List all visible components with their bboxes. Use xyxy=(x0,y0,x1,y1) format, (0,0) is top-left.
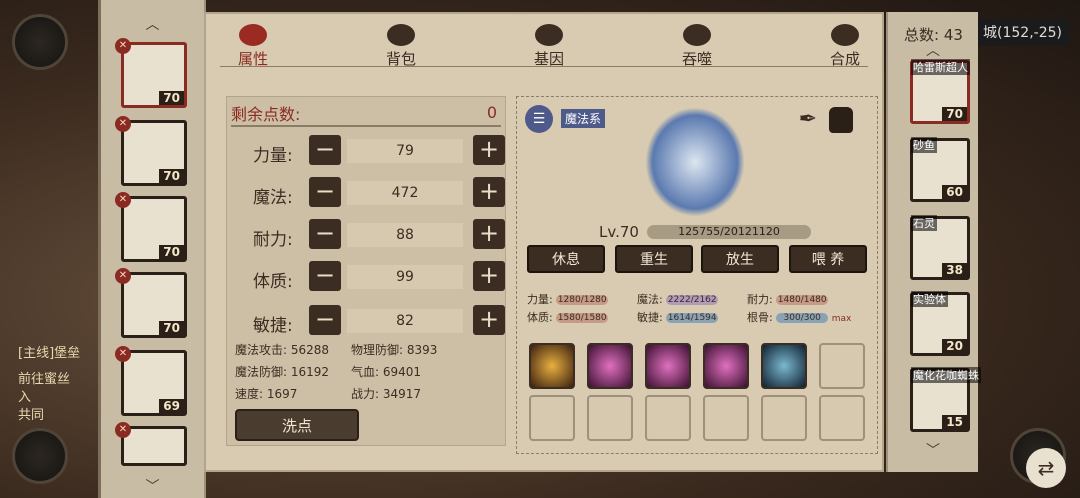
rest-button[interactable]: 休息 xyxy=(527,245,605,273)
plus-button[interactable]: + xyxy=(473,305,505,335)
flame-icon xyxy=(239,24,267,46)
pet-attr: 力量: 1280/1280 xyxy=(527,293,609,306)
chevron-up-icon[interactable]: ︿ xyxy=(926,40,940,60)
quest-line[interactable]: 入 xyxy=(18,388,108,408)
list-item[interactable]: 魔化花咖蜘蛛 15 xyxy=(910,367,981,432)
tab-backpack[interactable]: 背包 xyxy=(366,24,436,69)
stat-summary: 魔法攻击: 56288 xyxy=(235,343,330,357)
skill-slot[interactable] xyxy=(587,343,633,389)
exp-bar: 125755/20121120 xyxy=(647,225,811,239)
empty-skill-slot[interactable] xyxy=(645,395,691,441)
minus-button[interactable]: − xyxy=(309,177,341,207)
rebirth-button[interactable]: 重生 xyxy=(615,245,693,273)
empty-skill-slot[interactable] xyxy=(529,395,575,441)
plus-button[interactable]: + xyxy=(473,177,505,207)
skill-slot[interactable] xyxy=(529,343,575,389)
close-icon: ✕ xyxy=(115,38,131,54)
stat-row-strength: 力量: − 79 + xyxy=(231,135,507,167)
empty-skill-slot[interactable] xyxy=(761,395,807,441)
pet-level: Lv.70 xyxy=(599,223,639,241)
list-item[interactable]: 70 xyxy=(121,272,187,338)
stats-box: 剩余点数: 0 力量: − 79 + 魔法: − 472 + 耐力: − 88 … xyxy=(226,96,506,446)
list-item[interactable]: 石灵 38 xyxy=(910,215,970,280)
pet-attr: 耐力: 1480/1480 xyxy=(747,293,829,306)
pet-attr: 根骨: 300/300 max xyxy=(747,311,852,324)
menu-round-button[interactable] xyxy=(12,428,68,484)
close-icon: ✕ xyxy=(115,268,131,284)
stat-row-magic: 魔法: − 472 + xyxy=(231,177,507,209)
list-item[interactable]: 70 xyxy=(121,42,187,108)
chevron-down-icon[interactable]: ﹀ xyxy=(926,440,940,460)
quest-line[interactable]: 前往蜜丝 xyxy=(18,370,108,390)
minus-button[interactable]: − xyxy=(309,135,341,165)
feed-button[interactable]: 喂 养 xyxy=(789,245,867,273)
tab-gene[interactable]: 基因 xyxy=(514,24,584,69)
list-icon[interactable]: ☰ xyxy=(525,105,553,133)
right-pet-list[interactable]: 总数: 43 ︿ 哈雷斯超人 70 砂鱼 60 石灵 38 实验体 20 魔化花咖蜘蛛 1… xyxy=(886,12,981,472)
plus-button[interactable]: + xyxy=(473,135,505,165)
devour-icon xyxy=(683,24,711,46)
skill-slot[interactable] xyxy=(703,343,749,389)
skill-slot[interactable] xyxy=(645,343,691,389)
quest-line[interactable]: [主线]堡垒 xyxy=(18,344,108,364)
list-item[interactable] xyxy=(121,426,187,466)
stat-row-agility: 敏捷: − 82 + xyxy=(231,305,507,337)
remaining-points: 剩余点数: 0 xyxy=(231,101,501,127)
list-item[interactable]: 砂鱼 60 xyxy=(910,137,970,202)
plus-button[interactable]: + xyxy=(473,219,505,249)
chevron-up-icon[interactable]: ︿ xyxy=(146,14,160,34)
pet-attr: 魔法: 2222/2162 xyxy=(637,293,719,306)
swap-icon[interactable]: ⇄ xyxy=(1026,448,1066,488)
pet-panel: 属性 背包 基因 吞噬 合成 剩余点数: 0 力量: − 79 + 魔法: − … xyxy=(204,12,884,472)
lock-icon[interactable] xyxy=(829,107,853,133)
divider xyxy=(220,66,868,67)
player-avatar-button[interactable] xyxy=(12,14,68,70)
tab-devour[interactable]: 吞噬 xyxy=(662,24,732,69)
stat-row-constitution: 体质: − 99 + xyxy=(231,261,507,293)
pet-attr: 敏捷: 1614/1594 xyxy=(637,311,719,324)
minus-button[interactable]: − xyxy=(309,219,341,249)
stat-summary: 速度: 1697 xyxy=(235,387,298,401)
stat-summary: 战力: 34917 xyxy=(351,387,422,401)
tab-attributes[interactable]: 属性 xyxy=(218,24,288,69)
pet-type-tag: 魔法系 xyxy=(561,109,606,128)
empty-skill-slot[interactable] xyxy=(819,343,865,389)
empty-skill-slot[interactable] xyxy=(587,395,633,441)
coordinate-readout: 城(152,-25) xyxy=(975,18,1070,46)
reset-points-button[interactable]: 洗点 xyxy=(235,409,359,441)
pet-detail: ☰ 魔法系 ✒ Lv.70 125755/20121120 休息 重生 放生 喂… xyxy=(516,96,878,454)
close-icon: ✕ xyxy=(115,422,131,438)
quest-line[interactable]: 共同 xyxy=(18,406,108,426)
list-item[interactable]: 哈雷斯超人 70 xyxy=(910,59,970,124)
combine-icon xyxy=(831,24,859,46)
empty-skill-slot[interactable] xyxy=(819,395,865,441)
pet-attr: 体质: 1580/1580 xyxy=(527,311,609,324)
list-item[interactable]: 70 xyxy=(121,196,187,262)
left-pet-list[interactable]: ︿ 70 ✕ 70 ✕ 70 ✕ 70 ✕ 69 ✕ ✕ ﹀ xyxy=(98,0,206,498)
close-icon: ✕ xyxy=(115,116,131,132)
minus-button[interactable]: − xyxy=(309,261,341,291)
skill-slot[interactable] xyxy=(761,343,807,389)
feather-icon[interactable]: ✒ xyxy=(799,107,817,132)
tab-bar: 属性 背包 基因 吞噬 合成 xyxy=(206,14,882,78)
close-icon: ✕ xyxy=(115,192,131,208)
list-item[interactable]: 70 xyxy=(121,120,187,186)
empty-skill-slot[interactable] xyxy=(703,395,749,441)
pet-portrait xyxy=(645,107,745,217)
stat-summary: 气血: 69401 xyxy=(351,365,422,379)
minus-button[interactable]: − xyxy=(309,305,341,335)
plus-button[interactable]: + xyxy=(473,261,505,291)
chevron-down-icon[interactable]: ﹀ xyxy=(146,476,160,496)
release-button[interactable]: 放生 xyxy=(701,245,779,273)
bag-icon xyxy=(387,24,415,46)
tab-combine[interactable]: 合成 xyxy=(810,24,880,69)
close-icon: ✕ xyxy=(115,346,131,362)
list-item[interactable]: 69 xyxy=(121,350,187,416)
stat-summary: 魔法防御: 16192 xyxy=(235,365,330,379)
eye-icon xyxy=(535,24,563,46)
stat-summary: 物理防御: 8393 xyxy=(351,343,438,357)
stat-row-endurance: 耐力: − 88 + xyxy=(231,219,507,251)
list-item[interactable]: 实验体 20 xyxy=(910,291,970,356)
